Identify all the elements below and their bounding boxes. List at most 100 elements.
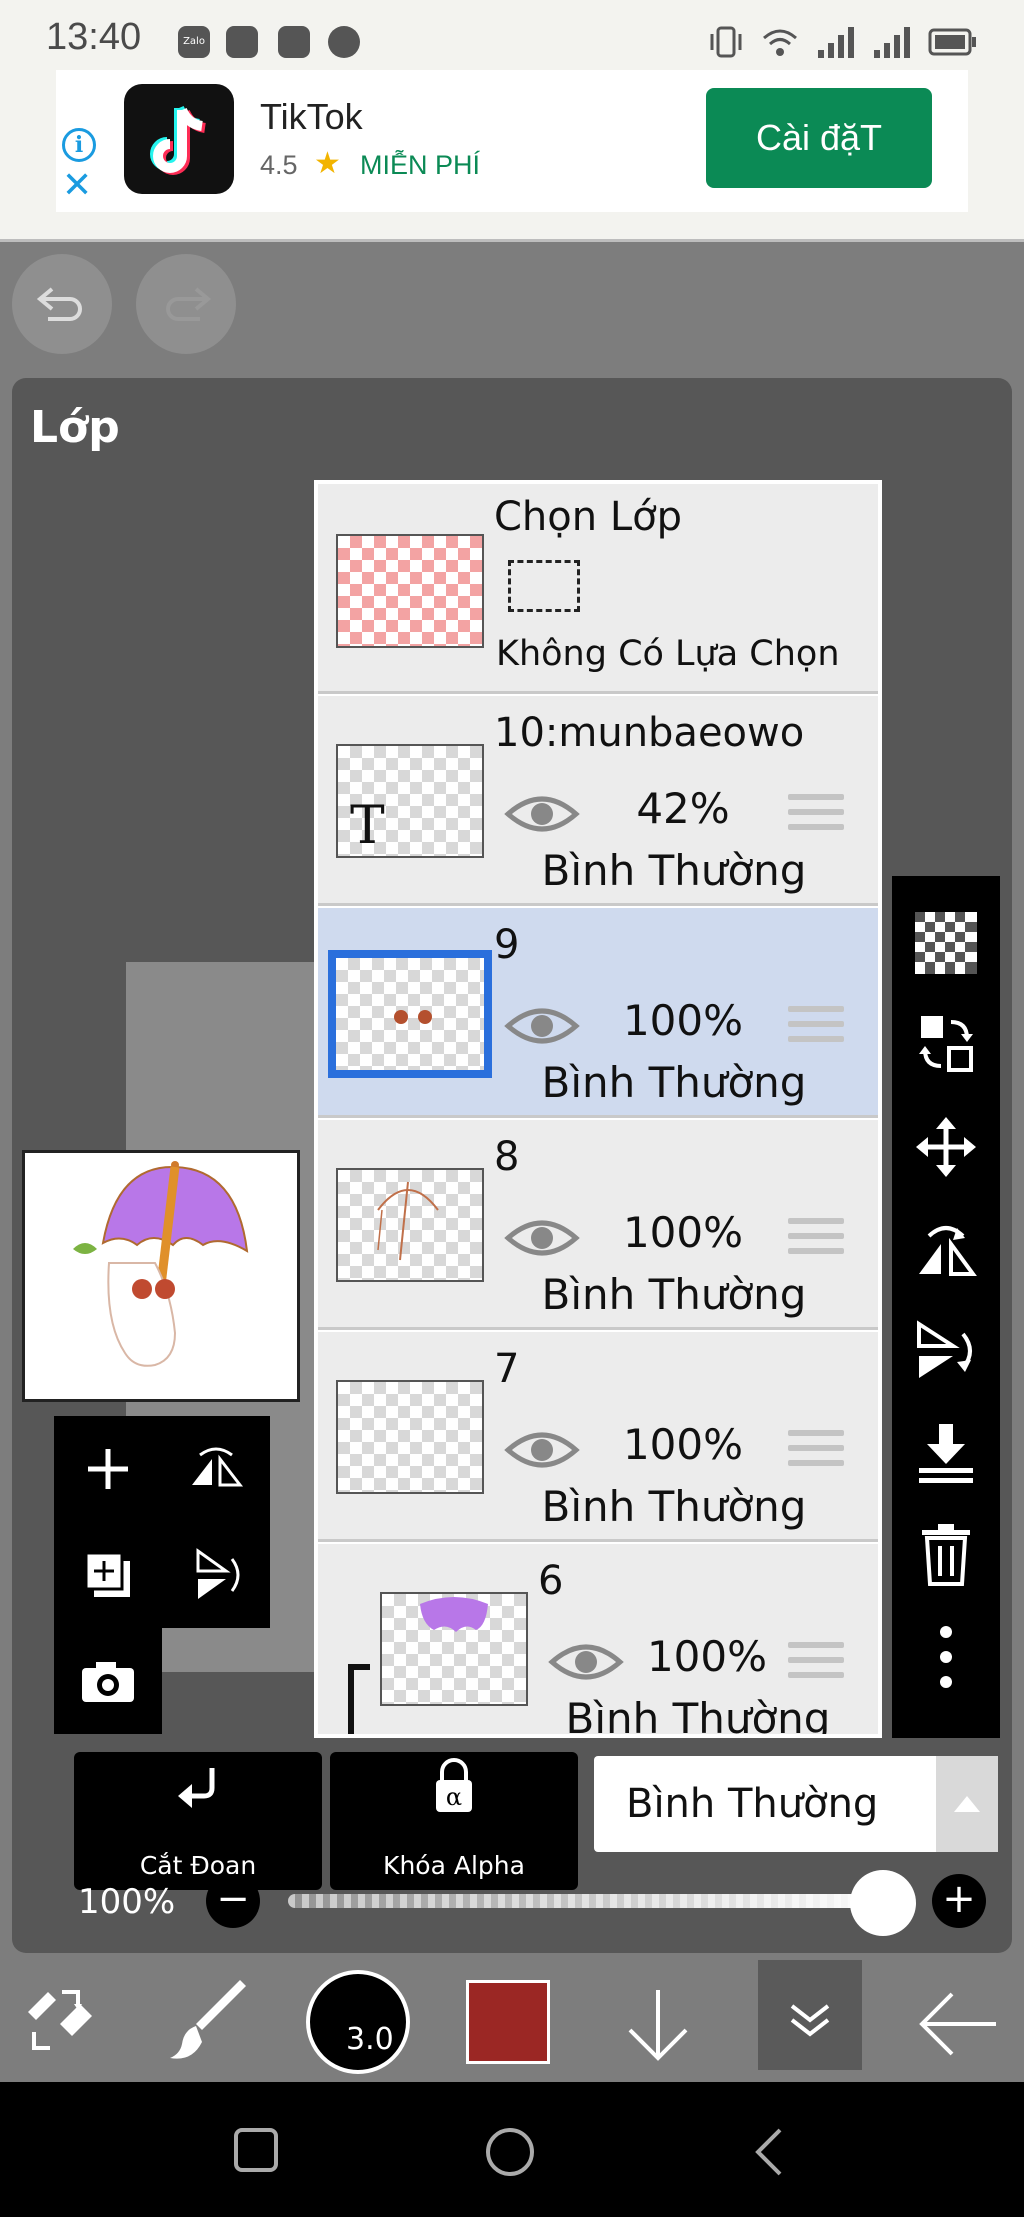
increase-opacity-button[interactable]: + — [932, 1874, 986, 1928]
transform-eraser-icon — [28, 1990, 92, 2050]
wifi-icon — [763, 29, 797, 56]
drag-handle-icon[interactable] — [788, 1218, 844, 1262]
import-photo-button[interactable] — [54, 1628, 162, 1734]
visibility-eye-icon[interactable] — [548, 1640, 624, 1684]
tiktok-logo-icon[interactable] — [124, 84, 234, 194]
flip-horizontal-icon — [192, 1447, 244, 1487]
selection-layer-thumbnail — [336, 534, 484, 648]
layer-blend-mode: Bình Thường — [541, 1482, 807, 1531]
opacity-value: 100% — [78, 1882, 176, 1922]
layer-row-selection[interactable]: Chọn Lớp Không Có Lựa Chọn — [318, 484, 878, 694]
layer-name: 8 — [494, 1134, 520, 1180]
visibility-eye-icon[interactable] — [504, 1428, 580, 1472]
layer-blend-mode: Bình Thường — [541, 846, 807, 895]
drag-handle-icon[interactable] — [788, 1006, 844, 1050]
add-layer-button[interactable] — [54, 1416, 162, 1522]
back-button[interactable] — [916, 1984, 1000, 2068]
brush-icon — [170, 1980, 246, 2059]
flip-vertical-button[interactable] — [892, 1306, 1000, 1396]
merge-down-button[interactable] — [892, 1408, 1000, 1498]
more-options-button[interactable] — [892, 1612, 1000, 1702]
ad-title[interactable]: TikTok — [260, 96, 363, 138]
alpha-lock-button[interactable]: α Khóa Alpha — [330, 1752, 578, 1890]
drag-handle-icon[interactable] — [788, 794, 844, 838]
layer-opacity[interactable]: 100% — [618, 996, 748, 1045]
flip-layer-horizontal-button[interactable] — [162, 1416, 270, 1522]
layer-thumbnail: T — [336, 744, 484, 858]
text-layer-icon: T — [350, 796, 385, 856]
status-bar: 13:40 Zalo — [0, 0, 1024, 72]
layer-down-button[interactable] — [618, 1984, 698, 2068]
layer-name: 9 — [494, 922, 520, 968]
transparent-fill-button[interactable] — [892, 898, 1000, 988]
clipping-button[interactable]: Cắt Đoạn — [74, 1752, 322, 1890]
duplicate-layer-button[interactable] — [54, 1522, 162, 1628]
chat-icon — [328, 26, 360, 58]
blend-mode-select[interactable]: Bình Thường — [594, 1756, 936, 1852]
layer-thumbnail — [328, 950, 492, 1078]
caret-up-icon — [954, 1796, 980, 1812]
visibility-eye-icon[interactable] — [504, 1004, 580, 1048]
undo-button[interactable] — [12, 254, 112, 354]
brush-tool-button[interactable] — [166, 1980, 250, 2068]
visibility-eye-icon[interactable] — [504, 1216, 580, 1260]
system-navigation-bar — [0, 2082, 1024, 2217]
flip-vertical-icon — [917, 1320, 972, 1378]
ad-install-button[interactable]: Cài đặT — [706, 88, 932, 188]
opacity-slider-knob[interactable] — [850, 1870, 916, 1936]
color-swatch[interactable] — [466, 1980, 550, 2064]
visibility-eye-icon[interactable] — [504, 792, 580, 836]
ad-close-icon[interactable]: ✕ — [62, 168, 92, 204]
layer-name: 10:munbaeowo — [494, 710, 805, 756]
layer-row[interactable]: T 10:munbaeowo 42% Bình Thường — [318, 696, 878, 906]
layer-list[interactable]: Chọn Lớp Không Có Lựa Chọn T 10:munbaeow… — [314, 480, 882, 1738]
left-toolbar — [54, 1416, 270, 1736]
redo-button[interactable] — [136, 254, 236, 354]
home-icon[interactable] — [484, 2126, 536, 2178]
alpha-lock-label: Khóa Alpha — [383, 1851, 525, 1880]
selection-status: Không Có Lựa Chọn — [496, 634, 840, 674]
undo-icon — [36, 287, 82, 321]
clipping-label: Cắt Đoạn — [139, 1851, 257, 1880]
layer-opacity[interactable]: 42% — [618, 784, 748, 833]
recent-apps-icon[interactable] — [232, 2126, 280, 2174]
layer-row-selected[interactable]: 9 100% Bình Thường — [318, 908, 878, 1118]
collapse-panel-button[interactable] — [758, 1960, 862, 2070]
opacity-slider[interactable] — [288, 1894, 900, 1908]
delete-layer-button[interactable] — [892, 1510, 1000, 1600]
selection-marquee-icon — [508, 560, 580, 612]
layer-opacity[interactable]: 100% — [618, 1208, 748, 1257]
canvas-preview[interactable] — [22, 1150, 300, 1402]
layer-row[interactable]: 8 100% Bình Thường — [318, 1120, 878, 1330]
layer-opacity[interactable]: 100% — [642, 1632, 772, 1681]
decrease-opacity-button[interactable]: − — [206, 1874, 260, 1928]
layer-opacity[interactable]: 100% — [618, 1420, 748, 1469]
transform-tool-button[interactable] — [22, 1984, 102, 2068]
back-nav-icon[interactable] — [750, 2126, 790, 2178]
ad-price: MIỄN PHÍ — [360, 150, 481, 180]
layer-row[interactable]: 7 100% Bình Thường — [318, 1332, 878, 1542]
drag-handle-icon[interactable] — [788, 1430, 844, 1474]
layer-row-clipped[interactable]: 6 100% Bình Thường — [318, 1544, 878, 1738]
flip-layer-vertical-button[interactable] — [162, 1522, 270, 1628]
flip-horizontal-button[interactable] — [892, 1204, 1000, 1294]
arrow-down-icon — [628, 1990, 688, 2061]
vibrate-icon — [710, 26, 742, 58]
ad-rating: 4.5 — [260, 150, 298, 180]
swap-layer-button[interactable] — [892, 1000, 1000, 1090]
plus-icon — [88, 1449, 128, 1489]
flip-horizontal-icon — [919, 1226, 977, 1276]
layer-blend-mode: Bình Thường — [565, 1694, 831, 1738]
swap-icon — [919, 1016, 973, 1072]
drag-handle-icon[interactable] — [788, 1642, 844, 1686]
layer-blend-mode: Bình Thường — [541, 1058, 807, 1107]
gallery-icon — [278, 26, 310, 58]
layer-thumbnail — [336, 1168, 484, 1282]
camera-icon — [82, 1662, 134, 1702]
drawing-preview-image — [73, 1161, 249, 1367]
move-button[interactable] — [892, 1102, 1000, 1192]
brush-size-button[interactable]: 3.0 — [306, 1970, 410, 2074]
move-icon — [916, 1117, 976, 1177]
blend-mode-dropdown-button[interactable] — [936, 1756, 998, 1852]
ad-info-icon[interactable]: i — [62, 128, 96, 162]
